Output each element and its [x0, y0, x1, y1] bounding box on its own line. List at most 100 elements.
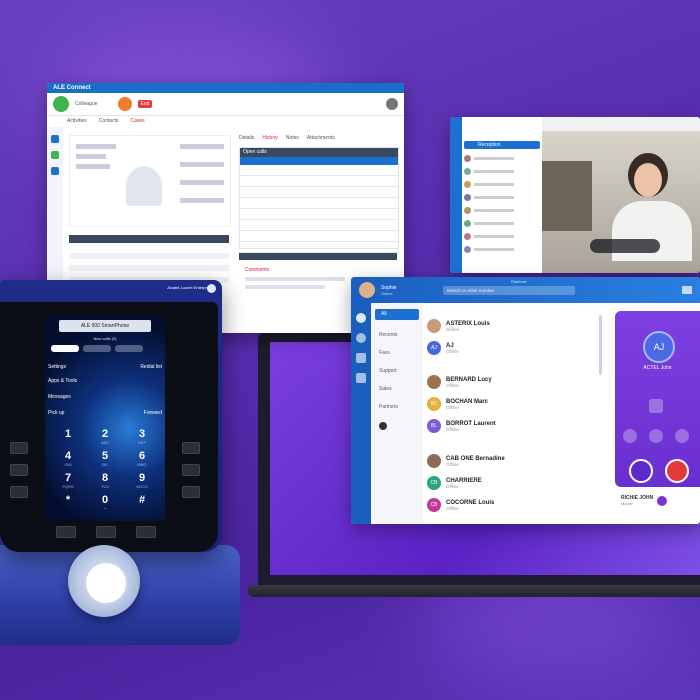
phone-face: ALE 500 SmartPhone New calls (0) Setting… [0, 302, 218, 552]
bottom-key[interactable] [136, 526, 156, 538]
key-0[interactable]: 0 [95, 494, 115, 506]
nav-item-favs[interactable]: Favs [379, 350, 415, 356]
table-row[interactable] [240, 220, 398, 231]
tab-contacts[interactable]: Contacts [99, 118, 119, 124]
form-field[interactable] [69, 253, 229, 259]
phone-icon[interactable] [51, 151, 59, 159]
video-icon[interactable] [649, 429, 663, 443]
nav-item-partners[interactable]: Partners [379, 404, 415, 410]
list-item[interactable] [464, 246, 540, 253]
knob-center-button[interactable] [84, 561, 128, 605]
bottom-key[interactable] [56, 526, 76, 538]
key-9[interactable]: 9 [132, 472, 152, 484]
screen-tab[interactable] [115, 345, 143, 352]
key-3[interactable]: 3 [132, 428, 152, 440]
contact-field [180, 198, 224, 203]
side-key[interactable] [10, 464, 28, 476]
calendar-icon[interactable] [51, 167, 59, 175]
menu-messages[interactable]: Messages [48, 394, 71, 400]
info-icon[interactable] [379, 422, 387, 430]
table-row[interactable] [240, 242, 398, 253]
menu-redial[interactable]: Redial list [140, 364, 162, 370]
softphone-header: Sophie Online Search or enter number Rai… [351, 277, 700, 303]
tab-details[interactable]: Details [239, 135, 254, 141]
tab-attachments[interactable]: Attachments [307, 135, 335, 141]
table-row[interactable] [240, 176, 398, 187]
call-status-icon[interactable] [657, 495, 668, 506]
key-5[interactable]: 5 [95, 450, 115, 462]
bottom-key[interactable] [96, 526, 116, 538]
list-item[interactable] [464, 181, 540, 188]
nav-item-sales[interactable]: Sales [379, 386, 415, 392]
key-hash[interactable]: # [132, 494, 152, 506]
nav-item-support[interactable]: Support [379, 368, 415, 374]
key-7[interactable]: 7 [58, 472, 78, 484]
side-key[interactable] [182, 442, 200, 454]
search-input[interactable]: Search or enter number [442, 285, 575, 295]
table-row[interactable] [240, 209, 398, 220]
menu-apps[interactable]: Apps & Tools [48, 378, 77, 384]
keypad-icon[interactable] [649, 399, 663, 413]
list-item[interactable] [464, 168, 540, 175]
contact-field [180, 162, 224, 167]
list-item[interactable] [464, 207, 540, 214]
table-row[interactable] [240, 165, 398, 176]
settings-icon[interactable] [386, 98, 398, 110]
side-key[interactable] [182, 464, 200, 476]
side-key[interactable] [182, 486, 200, 498]
screen-tab[interactable] [51, 345, 79, 352]
transfer-icon[interactable] [675, 429, 689, 443]
key-star[interactable]: * [58, 494, 78, 506]
nav-item-all[interactable]: All [375, 309, 419, 320]
table-row[interactable] [240, 231, 398, 242]
video-call-icon[interactable] [682, 286, 692, 294]
key-8[interactable]: 8 [95, 472, 115, 484]
list-item[interactable] [464, 220, 540, 227]
tab-notes[interactable]: Notes [286, 135, 299, 141]
table-row[interactable] [240, 187, 398, 198]
key-4[interactable]: 4 [58, 450, 78, 462]
key-1[interactable]: 1 [58, 428, 78, 440]
scrollbar[interactable] [599, 315, 602, 375]
menu-settings[interactable]: Settings [48, 364, 66, 370]
list-item[interactable] [464, 194, 540, 201]
selected-contact[interactable]: Reception [464, 141, 540, 149]
side-key[interactable] [10, 486, 28, 498]
side-key[interactable] [10, 442, 28, 454]
mute-icon[interactable] [623, 429, 637, 443]
user-avatar[interactable] [359, 282, 375, 298]
hold-icon[interactable] [117, 97, 132, 111]
tab-history[interactable]: History [262, 135, 278, 141]
end-call-button[interactable]: End [137, 100, 153, 108]
video-controls[interactable] [590, 239, 660, 253]
contact-avatar [427, 319, 441, 333]
list-item[interactable] [464, 155, 540, 162]
form-field[interactable] [69, 265, 229, 271]
home-icon[interactable] [51, 135, 59, 143]
contacts-icon[interactable] [356, 313, 366, 323]
tab-activities[interactable]: Activities [67, 118, 87, 124]
key-2[interactable]: 2 [95, 428, 115, 440]
video-person-face [634, 163, 662, 197]
merge-call-button[interactable] [629, 459, 653, 483]
app-title: Rainbow [511, 279, 527, 284]
screen-tab[interactable] [83, 345, 111, 352]
menu-forward[interactable]: Forward [144, 410, 162, 416]
clock-icon[interactable] [356, 333, 366, 343]
answer-call-icon[interactable] [53, 96, 69, 112]
share-icon[interactable] [356, 373, 366, 383]
key-6[interactable]: 6 [132, 450, 152, 462]
contact-status: Offline [446, 483, 459, 489]
filter-icon[interactable] [356, 353, 366, 363]
navigation-knob[interactable] [68, 545, 140, 617]
menu-pickup[interactable]: Pick up [48, 410, 64, 416]
key-2-letters: ABC [100, 440, 110, 445]
table-row[interactable] [240, 198, 398, 209]
nav-item-recents[interactable]: Recents [379, 332, 415, 338]
hang-up-button[interactable] [665, 459, 689, 483]
contact-avatar [427, 375, 441, 389]
tab-cases[interactable]: Cases [130, 118, 144, 124]
list-item[interactable] [464, 233, 540, 240]
video-feed [542, 131, 700, 273]
softphone-window: Sophie Online Search or enter number Rai… [351, 277, 700, 524]
